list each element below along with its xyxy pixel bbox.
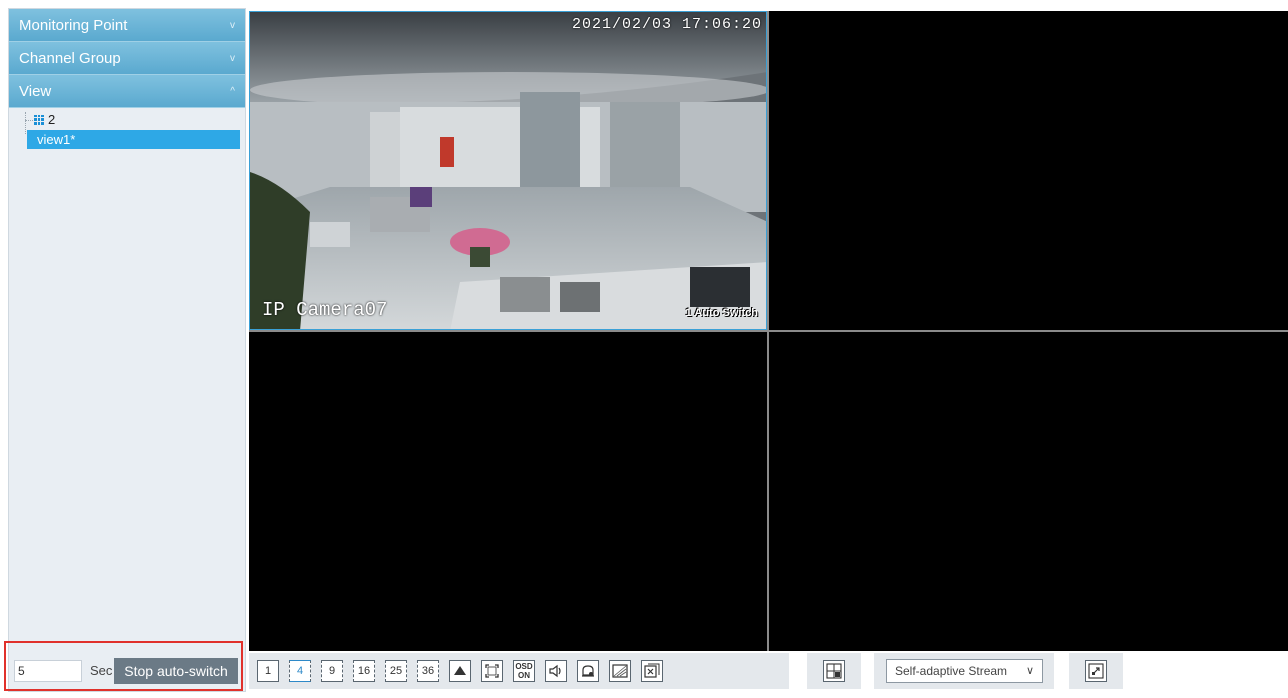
chevron-down-icon: v <box>230 53 235 64</box>
split-screen-icon[interactable] <box>823 660 845 682</box>
video-pane-4[interactable] <box>769 332 1288 651</box>
section-label: Channel Group <box>19 50 121 67</box>
tree-connector <box>25 120 33 121</box>
stream-type-value: Self-adaptive Stream <box>895 664 1008 678</box>
custom-layout-icon[interactable] <box>449 660 471 682</box>
toolbar-group-main: 1 4 9 16 25 36 OSD ON <box>249 653 789 689</box>
expand-icon[interactable] <box>1085 660 1107 682</box>
bottom-toolbar: 1 4 9 16 25 36 OSD ON Self-adaptive Stre… <box>249 653 1288 693</box>
section-monitoring-point[interactable]: Monitoring Point v <box>9 9 245 42</box>
video-grid: 2021/02/03 17:06:20 IP Camera07 1 Auto S… <box>249 11 1288 651</box>
alarm-icon[interactable] <box>577 660 599 682</box>
section-view[interactable]: View ^ <box>9 75 245 108</box>
chevron-down-icon: ∨ <box>1025 665 1034 677</box>
sidebar-panel: Monitoring Point v Channel Group v View … <box>8 8 246 692</box>
interval-input[interactable]: 5 <box>14 660 82 682</box>
camera-name-label: IP Camera07 <box>262 299 388 321</box>
camera-timestamp: 2021/02/03 17:06:20 <box>571 16 762 33</box>
snapshot-icon[interactable] <box>609 660 631 682</box>
video-pane-3[interactable] <box>249 332 767 651</box>
stop-auto-switch-button[interactable]: Stop auto-switch <box>114 658 238 684</box>
camera-feed-image <box>250 12 766 329</box>
auto-switch-badge: 1 Auto Switch <box>685 307 758 319</box>
tree-item-view1[interactable]: view1* <box>27 130 240 149</box>
layout-4-button[interactable]: 4 <box>289 660 311 682</box>
osd-label-bottom: ON <box>518 671 530 680</box>
stream-type-select[interactable]: Self-adaptive Stream ∨ <box>886 659 1043 683</box>
view-tree: 2 view1* <box>9 108 245 698</box>
auto-switch-panel: 5 Sec Stop auto-switch <box>4 641 243 691</box>
chevron-down-icon: v <box>230 20 235 31</box>
audio-icon[interactable] <box>545 660 567 682</box>
layout-1-button[interactable]: 1 <box>257 660 279 682</box>
interval-unit-label: Sec <box>90 663 113 678</box>
osd-label-top: OSD <box>515 662 533 671</box>
layout-25-button[interactable]: 25 <box>385 660 407 682</box>
chevron-up-icon: ^ <box>230 86 235 97</box>
layout-16-button[interactable]: 16 <box>353 660 375 682</box>
tree-connector <box>25 112 26 134</box>
layout-36-button[interactable]: 36 <box>417 660 439 682</box>
toolbar-group-expand <box>1069 653 1123 689</box>
toolbar-group-layout <box>807 653 861 689</box>
tree-node-group[interactable]: 2 <box>34 112 55 127</box>
section-label: View <box>19 83 52 100</box>
video-pane-1[interactable]: 2021/02/03 17:06:20 IP Camera07 1 Auto S… <box>249 11 767 330</box>
video-pane-2[interactable] <box>769 11 1288 330</box>
grid-layout-icon <box>34 114 44 125</box>
close-all-icon[interactable] <box>641 660 663 682</box>
osd-on-button[interactable]: OSD ON <box>513 660 535 682</box>
tree-node-label: 2 <box>48 112 56 127</box>
fullscreen-icon[interactable] <box>481 660 503 682</box>
pane-divider <box>249 330 1288 332</box>
section-channel-group[interactable]: Channel Group v <box>9 42 245 75</box>
section-label: Monitoring Point <box>19 17 128 34</box>
layout-9-button[interactable]: 9 <box>321 660 343 682</box>
